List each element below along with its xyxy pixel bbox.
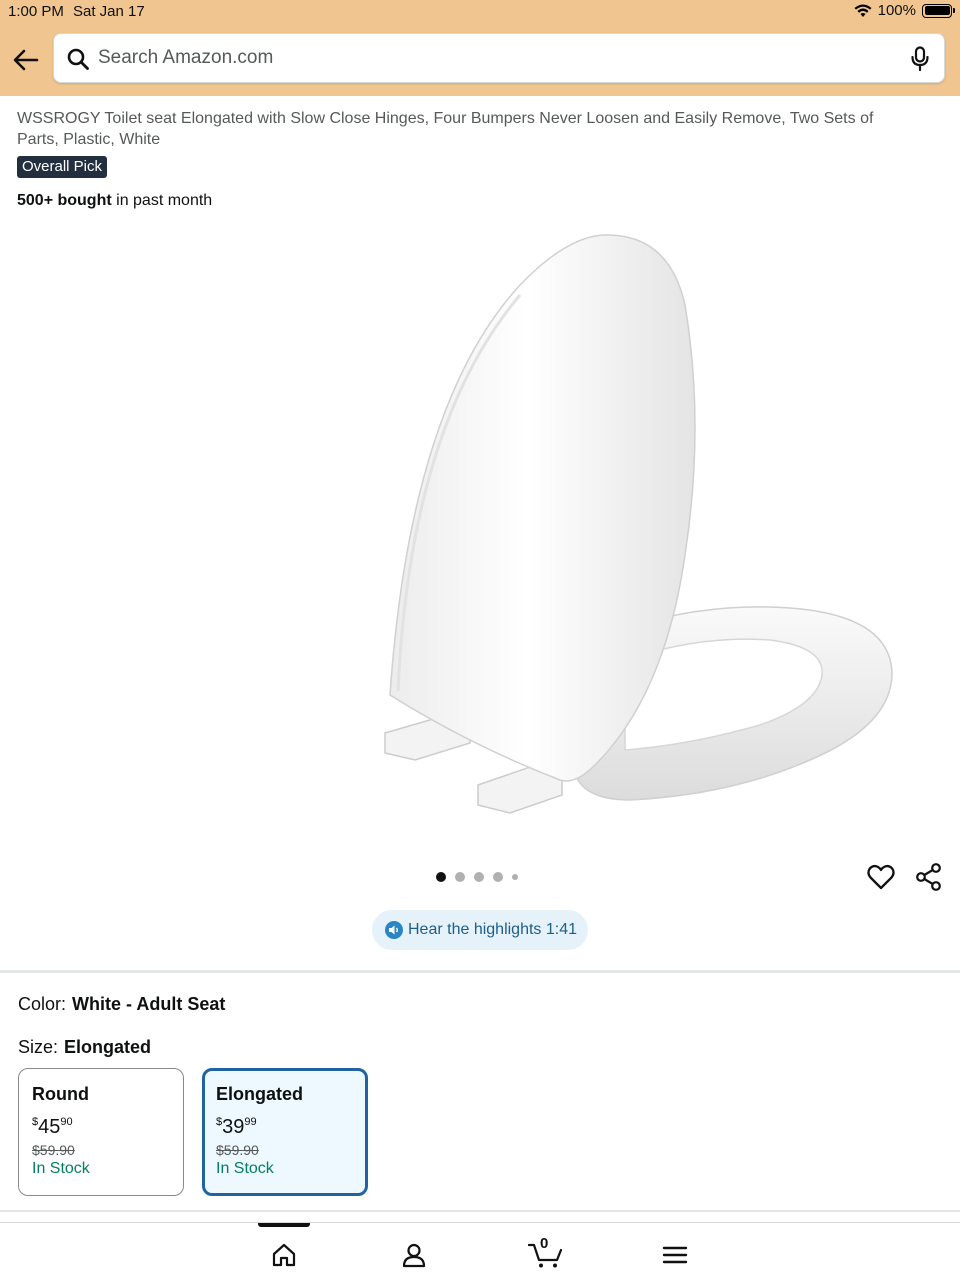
status-date: Sat Jan 17	[73, 3, 145, 20]
option-name: Elongated	[216, 1084, 304, 1104]
menu-icon	[662, 1246, 688, 1264]
status-time: 1:00 PM	[8, 3, 64, 20]
option-name: Round	[32, 1084, 89, 1104]
nav-active-indicator	[258, 1223, 310, 1227]
carousel-dot[interactable]	[436, 872, 446, 882]
header	[0, 24, 960, 96]
option-stock: In Stock	[216, 1160, 274, 1177]
search-input[interactable]	[98, 34, 878, 82]
battery-icon	[922, 3, 955, 18]
size-value: Elongated	[64, 1037, 152, 1057]
nav-home[interactable]	[266, 1237, 302, 1273]
battery-percent: 100%	[877, 2, 916, 19]
carousel-dot[interactable]	[493, 872, 503, 882]
bottom-divider	[0, 1210, 960, 1212]
status-bar: 1:00 PM Sat Jan 17 100%	[0, 0, 960, 24]
size-label: Size:	[18, 1037, 59, 1057]
option-list-price: $59.90	[216, 1142, 259, 1158]
microphone-icon[interactable]	[910, 46, 930, 72]
wifi-icon	[854, 4, 872, 17]
back-button[interactable]	[10, 44, 42, 76]
option-price: $4590	[32, 1116, 73, 1138]
section-divider	[0, 970, 960, 973]
home-icon	[272, 1243, 296, 1267]
option-stock: In Stock	[32, 1160, 90, 1177]
status-indicators: 100%	[854, 2, 955, 19]
nav-cart[interactable]: 0	[526, 1235, 566, 1273]
overall-pick-badge[interactable]: Overall Pick	[17, 156, 108, 178]
option-price: $3999	[216, 1116, 257, 1138]
bought-suffix: in past month	[111, 192, 213, 209]
bought-in-past-month: 500+ bought in past month	[17, 192, 212, 210]
image-carousel-dots[interactable]	[436, 872, 518, 882]
audio-icon	[385, 921, 403, 939]
search-box[interactable]	[53, 33, 945, 83]
cart-count: 0	[540, 1235, 549, 1252]
carousel-dot[interactable]	[455, 872, 465, 882]
search-icon	[67, 48, 89, 70]
hear-highlights-label: Hear the highlights 1:41	[408, 921, 577, 938]
heart-icon[interactable]	[866, 862, 896, 892]
color-selection: Color: White - Adult Seat	[18, 994, 225, 1015]
option-list-price: $59.90	[32, 1142, 75, 1158]
carousel-dot[interactable]	[474, 872, 484, 882]
nav-account[interactable]	[396, 1237, 432, 1273]
nav-menu[interactable]	[657, 1237, 693, 1273]
size-option-elongated[interactable]: Elongated $3999 $59.90 In Stock	[202, 1068, 368, 1196]
share-icon[interactable]	[914, 862, 944, 892]
carousel-dot[interactable]	[512, 874, 518, 880]
product-title: WSSROGY Toilet seat Elongated with Slow …	[17, 110, 874, 148]
account-icon	[402, 1243, 426, 1268]
product-image[interactable]	[370, 225, 910, 835]
size-option-round[interactable]: Round $4590 $59.90 In Stock	[18, 1068, 184, 1196]
back-arrow-icon	[13, 49, 39, 71]
color-value: White - Adult Seat	[72, 994, 226, 1014]
bought-count: 500+ bought	[17, 192, 112, 209]
size-selection: Size: Elongated	[18, 1037, 151, 1058]
hear-highlights-button[interactable]: Hear the highlights 1:41	[372, 910, 588, 950]
bottom-nav: 0	[0, 1222, 960, 1280]
color-label: Color:	[18, 994, 67, 1014]
